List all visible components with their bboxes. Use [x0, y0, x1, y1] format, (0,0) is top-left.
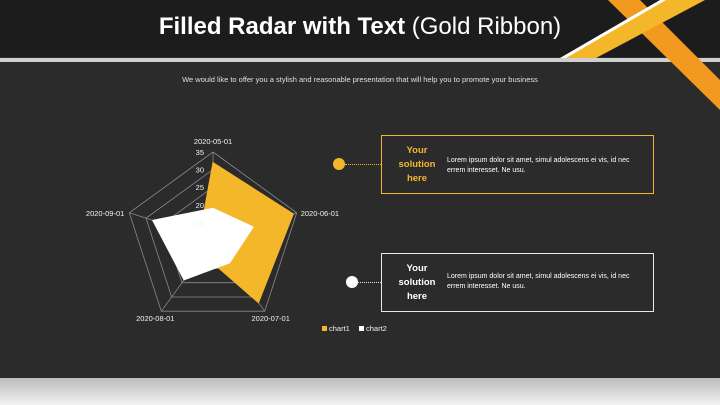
legend-label-chart1: chart1 — [329, 324, 350, 333]
callout-1-connector — [345, 164, 381, 165]
callout-2-connector — [358, 282, 381, 283]
callout-2-heading-line-3: here — [406, 291, 428, 302]
radar-chart: 15 20 25 30 35 2020-05-01 2020-06-01 2020-07-01… — [86, 137, 387, 333]
radar-tick-label-4: 30 — [196, 166, 204, 175]
radar-category-label-4: 2020-08-01 — [136, 314, 174, 323]
radar-category-label-3: 2020-07-01 — [252, 314, 290, 323]
callout-1: Your solution here Lorem ipsum dolor sit… — [381, 135, 654, 194]
radar-category-label-5: 2020-09-01 — [86, 209, 124, 218]
radar-category-label-2: 2020-06-01 — [301, 209, 339, 218]
callout-1-heading: Your solution here — [392, 144, 442, 186]
callout-1-body-line-2: errem interesset. Ne usu. — [447, 167, 526, 174]
radar-tick-label-3: 25 — [196, 183, 204, 192]
callout-2-body-line-1: Lorem ipsum dolor sit amet, simul adoles… — [447, 273, 630, 280]
radar-tick-label-5: 35 — [196, 148, 204, 157]
radar-tick-label-2: 20 — [196, 201, 204, 210]
callout-2-marker — [346, 276, 358, 288]
callout-1-body-line-1: Lorem ipsum dolor sit amet, simul adoles… — [447, 157, 630, 164]
callout-1-body: Lorem ipsum dolor sit amet, simul adoles… — [447, 156, 647, 176]
footer-bar — [0, 378, 720, 405]
callout-2-body: Lorem ipsum dolor sit amet, simul adoles… — [447, 272, 647, 292]
callout-2-heading-line-2: solution — [398, 277, 436, 288]
slide: Filled Radar with Text (Gold Ribbon) We … — [0, 0, 720, 405]
legend-swatch-chart1 — [322, 326, 327, 331]
callout-1-heading-line-1: Your — [406, 145, 428, 156]
legend-label-chart2: chart2 — [366, 324, 387, 333]
callout-1-heading-line-2: solution — [398, 159, 436, 170]
callout-2-heading-line-1: Your — [406, 263, 428, 274]
legend-swatch-chart2 — [359, 326, 364, 331]
radar-category-label-1: 2020-05-01 — [194, 137, 232, 146]
callout-2-body-line-2: errem interesset. Ne usu. — [447, 283, 526, 290]
callout-2-heading: Your solution here — [392, 262, 442, 304]
radar-tick-label-1: 15 — [196, 218, 204, 227]
callout-1-heading-line-3: here — [406, 173, 428, 184]
callout-1-marker — [333, 158, 345, 170]
callout-2: Your solution here Lorem ipsum dolor sit… — [381, 253, 654, 312]
